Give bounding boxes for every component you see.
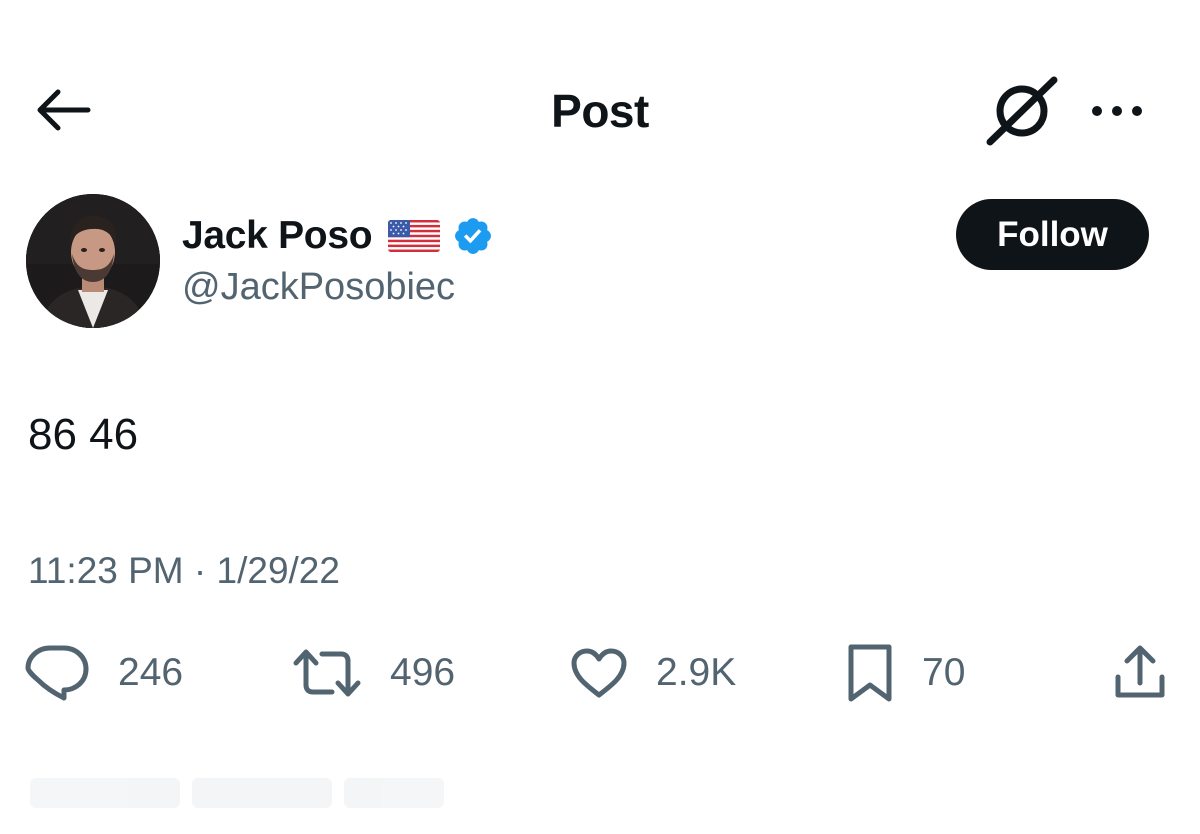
post-date: 1/29/22 — [216, 550, 340, 591]
reply-count: 246 — [118, 651, 184, 694]
bookmark-count: 70 — [922, 651, 966, 694]
post-time: 11:23 PM — [28, 550, 184, 591]
repost-button[interactable]: 496 — [292, 640, 455, 706]
faded-footer-text — [30, 778, 450, 812]
bookmark-icon — [848, 644, 892, 702]
grok-button[interactable] — [984, 76, 1060, 148]
bookmark-button[interactable]: 70 — [846, 640, 965, 706]
post-timestamp[interactable]: 11:23 PM · 1/29/22 — [28, 550, 340, 592]
author-handle[interactable]: @JackPosobiec — [182, 266, 455, 309]
share-icon — [1115, 645, 1165, 698]
display-name[interactable]: Jack Poso — [182, 214, 373, 258]
repost-icon — [293, 649, 361, 697]
verified-badge-icon[interactable] — [452, 215, 494, 257]
profile-photo — [26, 194, 160, 328]
us-flag-icon — [388, 220, 441, 252]
follow-button[interactable]: Follow — [956, 199, 1149, 270]
more-options-button[interactable] — [1082, 94, 1152, 128]
share-button[interactable] — [1110, 640, 1170, 706]
like-icon — [571, 648, 627, 698]
reply-button[interactable]: 246 — [24, 640, 183, 706]
post-text: 86 46 — [28, 410, 139, 459]
grok-icon — [986, 76, 1058, 146]
avatar[interactable] — [26, 194, 160, 328]
repost-count: 496 — [390, 651, 456, 694]
like-button[interactable]: 2.9K — [570, 640, 736, 706]
like-count: 2.9K — [656, 651, 737, 694]
reply-icon — [25, 645, 89, 701]
more-horizontal-icon — [1092, 106, 1142, 116]
meta-separator: · — [183, 550, 217, 591]
top-bar: Post — [0, 60, 1200, 160]
author-name-row: Jack Poso — [182, 210, 494, 262]
